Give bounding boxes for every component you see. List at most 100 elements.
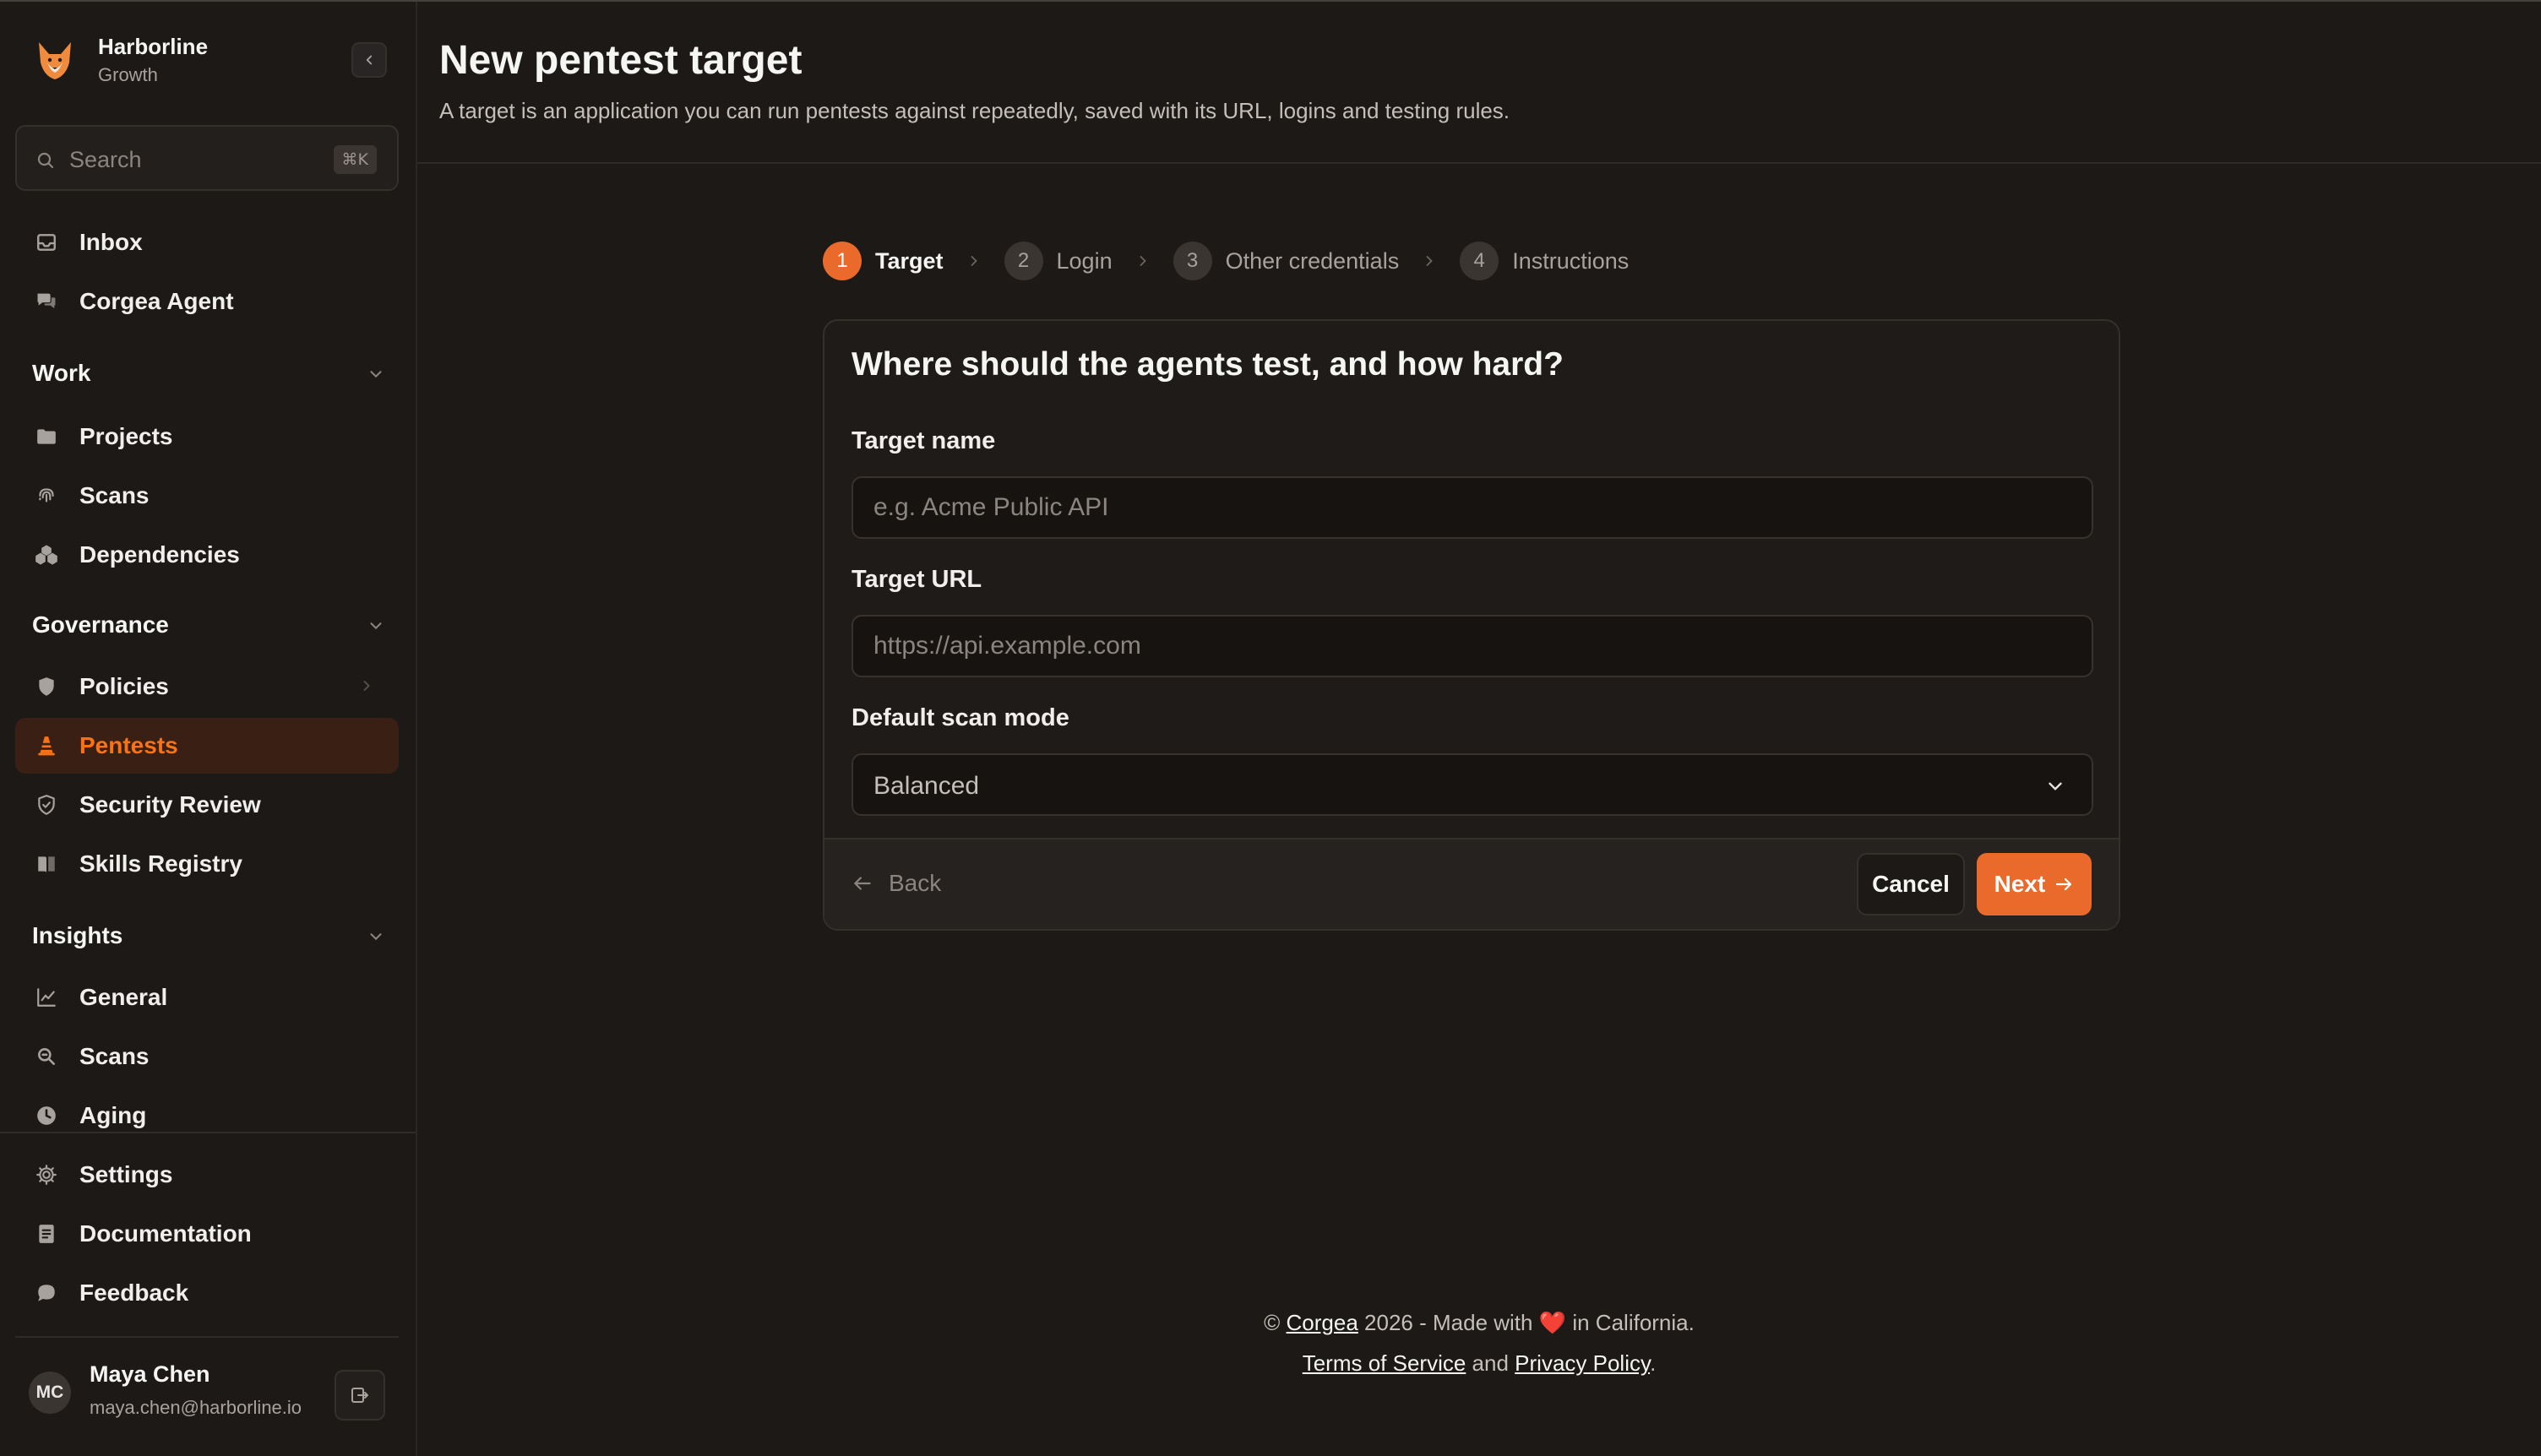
sidebar-item-label: Projects xyxy=(79,423,173,449)
org-switcher[interactable]: Harborline Growth xyxy=(32,30,387,90)
period-text: . xyxy=(1650,1350,1657,1376)
next-label: Next xyxy=(1994,871,2046,897)
made-with-text: 2026 - Made with xyxy=(1364,1310,1533,1335)
search-input[interactable]: Search ⌘K xyxy=(15,125,399,191)
footer-legal: Terms of Service and Privacy Policy. xyxy=(417,1343,2541,1383)
made-in-text: in California. xyxy=(1572,1310,1695,1335)
gear-icon xyxy=(34,1162,59,1187)
sidebar-item-projects[interactable]: Projects xyxy=(15,409,399,465)
sidebar-item-label: Aging xyxy=(79,1102,147,1128)
section-header-work[interactable]: Work xyxy=(32,360,387,394)
section-header-insights[interactable]: Insights xyxy=(32,922,387,956)
target-name-field xyxy=(852,476,2093,539)
step-other-credentials[interactable]: 3 Other credentials xyxy=(1173,242,1400,280)
user-profile[interactable]: MC Maya Chen maya.chen@harborline.io xyxy=(15,1353,399,1437)
scan-mode-value: Balanced xyxy=(873,772,980,800)
sidebar-item-documentation[interactable]: Documentation xyxy=(15,1206,399,1262)
chevron-down-icon xyxy=(370,933,382,941)
step-instructions[interactable]: 4 Instructions xyxy=(1460,242,1629,280)
sidebar-item-policies[interactable]: Policies xyxy=(15,659,399,714)
step-label: Other credentials xyxy=(1225,247,1400,274)
target-name-input[interactable] xyxy=(853,478,2092,537)
sidebar-item-corgea-agent[interactable]: Corgea Agent xyxy=(15,274,399,329)
sidebar-item-scans[interactable]: Scans xyxy=(15,468,399,524)
sidebar-item-label: Pentests xyxy=(79,732,178,758)
chat-icon xyxy=(34,289,59,314)
sidebar-item-label: Skills Registry xyxy=(79,850,242,877)
sidebar-item-label: Dependencies xyxy=(79,541,240,568)
terms-link[interactable]: Terms of Service xyxy=(1303,1350,1466,1376)
user-email: maya.chen@harborline.io xyxy=(90,1397,302,1418)
user-name: Maya Chen xyxy=(90,1361,210,1387)
page-header: New pentest target A target is an applic… xyxy=(417,2,2541,164)
sidebar-item-label: Security Review xyxy=(79,791,261,818)
shield-check-icon xyxy=(34,792,59,818)
page-footer: © Corgea 2026 - Made with ❤️ in Californ… xyxy=(417,1302,2541,1383)
form-footer: Back Cancel Next xyxy=(824,838,2119,929)
section-header-governance[interactable]: Governance xyxy=(32,611,387,645)
fingerprint-icon xyxy=(34,483,59,508)
sidebar-item-skills-registry[interactable]: Skills Registry xyxy=(15,836,399,892)
step-number: 1 xyxy=(823,242,862,280)
sidebar-item-label: Scans xyxy=(79,1043,150,1069)
arrow-right-icon xyxy=(2056,877,2072,891)
chevron-right-icon xyxy=(966,253,982,269)
scan-mode-select[interactable]: Balanced xyxy=(852,753,2093,816)
sidebar-item-inbox[interactable]: Inbox xyxy=(15,215,399,270)
target-form-card: Where should the agents test, and how ha… xyxy=(823,319,2120,931)
scan-mode-label: Default scan mode xyxy=(852,704,1069,731)
sidebar-item-general[interactable]: General xyxy=(15,970,399,1025)
sidebar-item-insights-scans[interactable]: Scans xyxy=(15,1029,399,1084)
sidebar-item-label: Policies xyxy=(79,673,169,699)
boxes-icon xyxy=(34,542,59,568)
page-title: New pentest target xyxy=(439,38,803,83)
sidebar-item-label: Inbox xyxy=(79,229,143,255)
chevron-right-icon xyxy=(1421,253,1438,269)
target-url-input[interactable] xyxy=(853,617,2092,676)
chart-icon xyxy=(34,985,59,1010)
chevron-down-icon xyxy=(2049,782,2062,790)
chevron-right-icon xyxy=(363,681,370,691)
sidebar-item-label: General xyxy=(79,984,168,1010)
book-icon xyxy=(34,851,59,877)
next-button[interactable]: Next xyxy=(1977,853,2092,915)
step-target[interactable]: 1 Target xyxy=(823,242,944,280)
step-login[interactable]: 2 Login xyxy=(1004,242,1113,280)
shield-icon xyxy=(34,674,59,699)
section-title: Governance xyxy=(32,611,169,638)
chevron-down-icon xyxy=(370,371,382,378)
cone-icon xyxy=(34,733,59,758)
scan-search-icon xyxy=(34,1044,59,1069)
sidebar-item-label: Documentation xyxy=(79,1220,252,1247)
target-name-label: Target name xyxy=(852,427,996,454)
wizard-stepper: 1 Target 2 Login 3 Other credentials 4 I… xyxy=(823,240,1629,282)
step-label: Login xyxy=(1056,247,1113,274)
arrow-left-icon xyxy=(854,877,871,890)
sidebar-item-security-review[interactable]: Security Review xyxy=(15,777,399,833)
sidebar-item-feedback[interactable]: Feedback xyxy=(15,1265,399,1321)
sidebar-item-label: Corgea Agent xyxy=(79,288,234,314)
corgea-link[interactable]: Corgea xyxy=(1287,1310,1358,1335)
sidebar-divider xyxy=(0,1132,416,1133)
chevron-down-icon xyxy=(370,622,382,630)
sidebar-item-pentests[interactable]: Pentests xyxy=(15,718,399,774)
search-shortcut-badge: ⌘K xyxy=(333,145,377,174)
sidebar-item-label: Feedback xyxy=(79,1279,189,1306)
search-placeholder: Search xyxy=(69,147,142,172)
avatar: MC xyxy=(29,1372,71,1414)
logout-icon xyxy=(351,1388,368,1403)
heart-icon: ❤️ xyxy=(1538,1310,1567,1335)
back-button[interactable]: Back xyxy=(852,870,941,897)
page-subtitle: A target is an application you can run p… xyxy=(439,98,1510,123)
footer-copyright: © Corgea 2026 - Made with ❤️ in Californ… xyxy=(417,1302,2541,1343)
logout-button[interactable] xyxy=(335,1370,385,1421)
sidebar-item-aging[interactable]: Aging xyxy=(15,1088,399,1144)
collapse-sidebar-button[interactable] xyxy=(351,42,387,78)
target-url-field xyxy=(852,615,2093,677)
cancel-button[interactable]: Cancel xyxy=(1857,853,1965,915)
message-icon xyxy=(34,1280,59,1306)
privacy-link[interactable]: Privacy Policy xyxy=(1515,1350,1650,1376)
target-url-label: Target URL xyxy=(852,566,982,593)
sidebar-item-dependencies[interactable]: Dependencies xyxy=(15,527,399,583)
sidebar-item-settings[interactable]: Settings xyxy=(15,1147,399,1203)
